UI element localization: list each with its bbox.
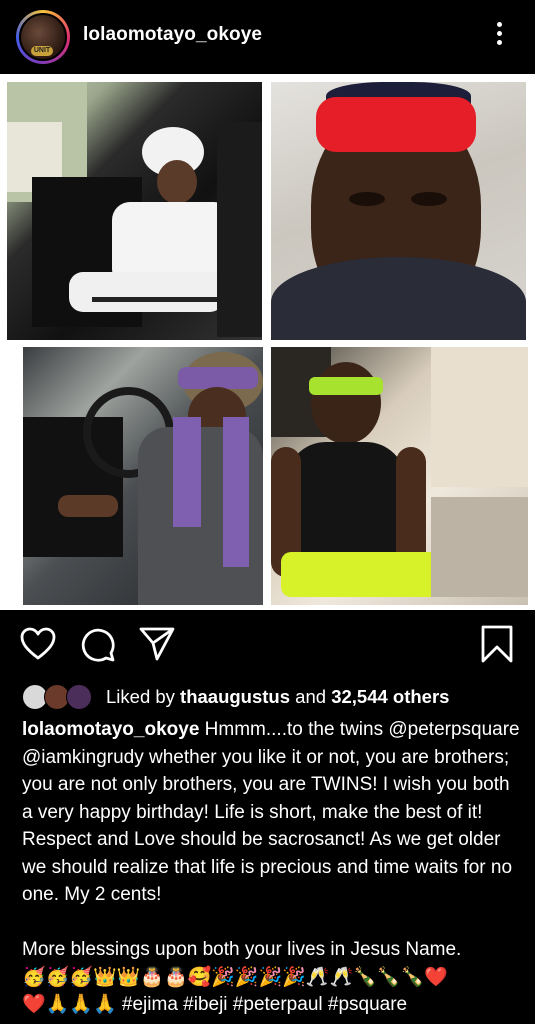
caption-text: Hmmm....to the twins @peterpsquare @iamk…: [22, 719, 520, 905]
caption-blessing-line: More blessings upon both your lives in J…: [22, 939, 462, 960]
liked-by-user[interactable]: thaaugustus: [180, 686, 290, 707]
post-caption: lolaomotayo_okoye Hmmm....to the twins @…: [22, 716, 520, 1019]
caption-author[interactable]: lolaomotayo_okoye: [22, 719, 199, 740]
likes-row[interactable]: Liked by thaaugustus and 32,544 others: [22, 683, 449, 711]
collage-photo-1: [7, 82, 262, 340]
collage-photo-4: [271, 347, 528, 605]
caption-hashtags[interactable]: #ejima #ibeji #peterpaul #psquare: [117, 994, 407, 1015]
heart-icon[interactable]: [20, 627, 56, 661]
avatar-badge: UNIT: [31, 46, 53, 56]
caption-emojis-2: ❤️🙏🙏🙏: [22, 993, 117, 1015]
more-options-icon[interactable]: [490, 22, 508, 52]
likes-prefix: Liked by: [106, 686, 181, 707]
collage-photo-3: [23, 347, 263, 605]
likes-count[interactable]: 32,544 others: [331, 686, 449, 707]
likes-joiner: and: [290, 686, 332, 707]
post-header: UNIT lolaomotayo_okoye: [0, 0, 535, 74]
profile-avatar[interactable]: UNIT: [16, 10, 70, 64]
post-image-collage[interactable]: [0, 74, 535, 610]
caption-emojis: 🥳🥳🥳👑👑🎂🎂🥰🎉🎉🎉🎉🥂🥂🍾🍾🍾❤️: [22, 965, 448, 988]
post-username[interactable]: lolaomotayo_okoye: [83, 24, 262, 46]
collage-photo-2: [271, 82, 526, 340]
bookmark-icon[interactable]: [480, 625, 514, 663]
post-action-bar: [0, 610, 535, 676]
likes-summary: Liked by thaaugustus and 32,544 others: [106, 686, 449, 708]
liker-avatars: [22, 684, 94, 710]
liker-avatar: [66, 684, 92, 710]
comment-icon[interactable]: [80, 627, 116, 663]
send-icon[interactable]: [138, 626, 176, 662]
